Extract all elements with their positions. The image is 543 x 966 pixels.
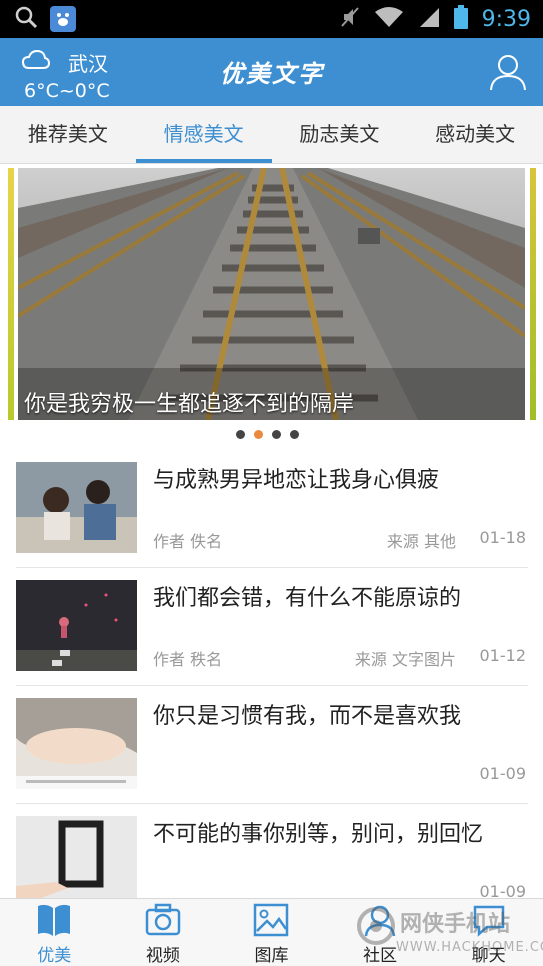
app-logo: 优美文字 — [220, 60, 324, 88]
status-bar: 9:39 — [0, 0, 543, 38]
battery-icon — [453, 5, 468, 33]
article-source: 来源 文字图片 — [354, 650, 456, 669]
tab-touching[interactable]: 感动美文 — [407, 106, 543, 163]
weather-widget[interactable]: 武汉 6°C~0°C — [21, 44, 132, 104]
nav-label: 社区 — [363, 946, 398, 966]
article-thumbnail — [16, 580, 137, 671]
article-source: 来源 其他 — [386, 532, 456, 551]
article-date: 01-12 — [479, 646, 527, 665]
pagination-dot-active[interactable] — [254, 430, 263, 439]
camera-icon — [145, 903, 181, 936]
nav-community[interactable]: 社区 — [326, 899, 435, 966]
chat-icon — [473, 905, 504, 937]
featured-banner[interactable]: 你是我穷极一生都追逐不到的隔岸 — [18, 168, 525, 420]
banner-image-railway — [18, 168, 525, 420]
nav-chat[interactable]: 聊天 — [434, 899, 543, 966]
tab-inspirational[interactable]: 励志美文 — [272, 106, 408, 163]
article-item[interactable]: 与成熟男异地恋让我身心俱疲 作者 佚名 来源 其他 01-18 — [16, 450, 528, 568]
status-time: 9:39 — [481, 6, 531, 32]
banner-caption: 你是我穷极一生都追逐不到的隔岸 — [24, 392, 355, 417]
mute-icon — [340, 6, 360, 32]
pagination-dot[interactable] — [272, 430, 281, 439]
wifi-icon — [374, 6, 404, 32]
article-title: 我们都会错，有什么不能原谅的 — [153, 586, 462, 611]
nav-label: 图库 — [254, 946, 289, 966]
community-icon — [364, 905, 396, 937]
weather-city: 武汉 — [68, 52, 108, 76]
article-item[interactable]: 你只是习惯有我，而不是喜欢我 01-09 — [16, 686, 528, 804]
article-thumbnail — [16, 462, 137, 553]
baidu-app-icon — [50, 6, 76, 32]
tab-emotion[interactable]: 情感美文 — [135, 106, 272, 163]
article-item[interactable]: 我们都会错，有什么不能原谅的 作者 秩名 来源 文字图片 01-12 — [16, 568, 528, 686]
article-date: 01-18 — [479, 528, 527, 547]
pagination-dot[interactable] — [236, 430, 245, 439]
article-thumbnail — [16, 816, 137, 907]
nav-video[interactable]: 视频 — [109, 899, 218, 966]
nav-label: 优美 — [37, 946, 72, 966]
nav-label: 视频 — [145, 946, 180, 966]
signal-icon — [418, 6, 440, 32]
article-title: 不可能的事你别等，别问，别回忆 — [153, 822, 484, 847]
category-tabs: 推荐美文 情感美文 励志美文 感动美文 — [0, 106, 543, 164]
cloud-icon — [21, 49, 51, 74]
next-slide-edge[interactable] — [530, 168, 536, 420]
nav-youmei[interactable]: 优美 — [0, 899, 109, 966]
pagination-dot[interactable] — [290, 430, 299, 439]
banner-pagination — [236, 430, 299, 439]
bottom-navigation: 优美 视频 图库 社区 聊天 — [0, 898, 543, 966]
nav-gallery[interactable]: 图库 — [217, 899, 326, 966]
book-icon — [38, 904, 71, 936]
article-author: 作者 秩名 — [153, 650, 223, 669]
tab-recommended[interactable]: 推荐美文 — [0, 106, 136, 163]
app-header: 武汉 6°C~0°C 优美文字 — [0, 38, 543, 106]
prev-slide-edge[interactable] — [8, 168, 14, 420]
weather-temperature: 6°C~0°C — [24, 80, 110, 102]
nav-label: 聊天 — [471, 946, 506, 966]
article-thumbnail — [16, 698, 137, 789]
picture-icon — [254, 903, 289, 937]
user-profile-button[interactable] — [488, 52, 528, 92]
user-icon — [490, 55, 526, 91]
article-title: 与成熟男异地恋让我身心俱疲 — [153, 468, 440, 493]
article-title: 你只是习惯有我，而不是喜欢我 — [153, 704, 462, 729]
search-icon — [14, 5, 38, 33]
article-author: 作者 佚名 — [153, 532, 223, 551]
article-date: 01-09 — [479, 764, 527, 783]
